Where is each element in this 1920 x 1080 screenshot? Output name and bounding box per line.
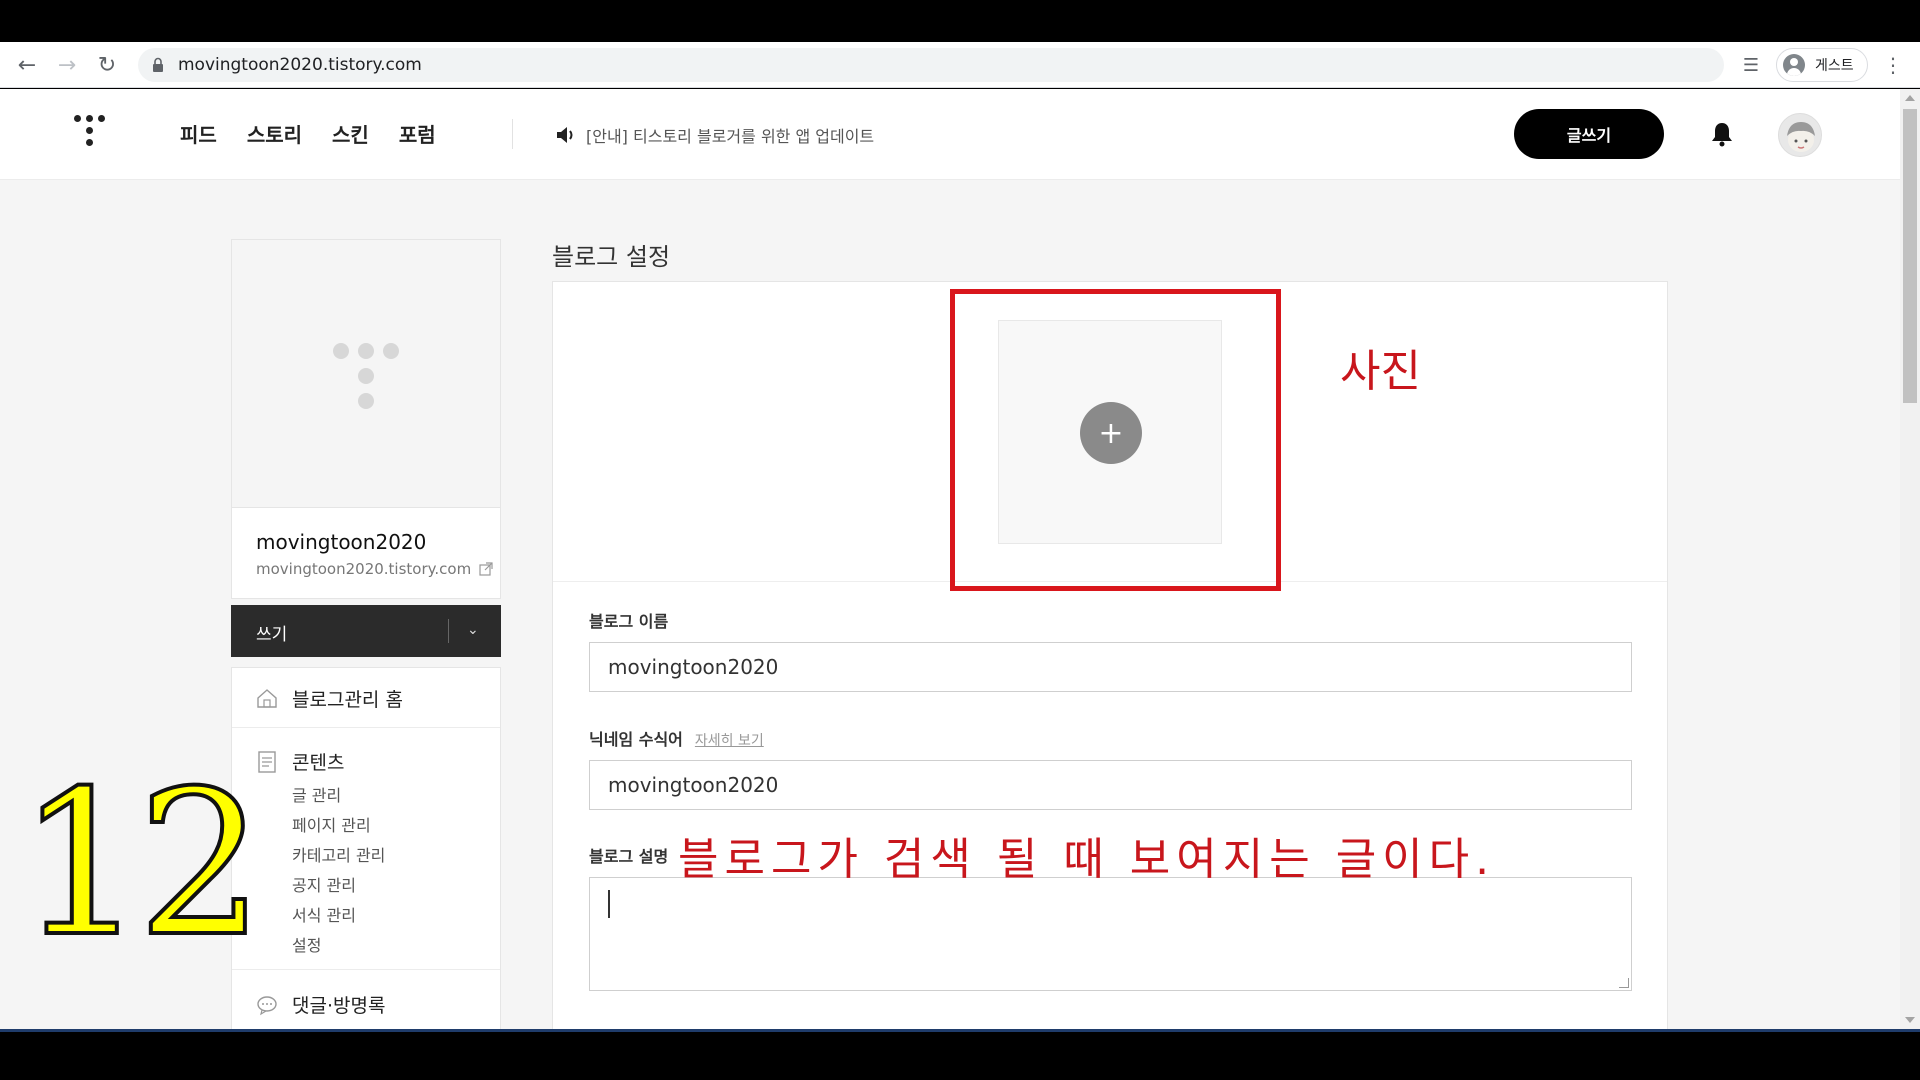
blog-profile-card: movingtoon2020 movingtoon2020.tistory.co… bbox=[231, 239, 501, 599]
step-number-overlay: 12 bbox=[16, 748, 266, 981]
site-header: 피드 스토리 스킨 포럼 [안내] 티스토리 블로거를 위한 앱 업데이트 글쓰… bbox=[0, 89, 1900, 180]
nav-feed[interactable]: 피드 bbox=[180, 119, 217, 148]
media-control-icon[interactable]: ☰ bbox=[1738, 52, 1764, 78]
sidebar-item-category-manage[interactable]: 카테고리 관리 bbox=[292, 842, 385, 866]
blog-description-textarea[interactable] bbox=[589, 877, 1632, 991]
sidebar-menu: 블로그관리 홈 콘텐츠 글 관리 페이지 관리 카테고리 관리 공지 관리 서식… bbox=[231, 667, 501, 1029]
sidebar-separator bbox=[232, 969, 500, 970]
video-bottom-accent bbox=[0, 1029, 1920, 1032]
sidebar-item-page-manage[interactable]: 페이지 관리 bbox=[292, 812, 371, 836]
guest-avatar-icon bbox=[1783, 54, 1805, 76]
browser-toolbar: ← → ↻ movingtoon2020.tistory.com ☰ 게스트 ⋮ bbox=[0, 42, 1920, 88]
blog-name-label-text: 블로그 이름 bbox=[589, 612, 669, 631]
lock-icon bbox=[153, 57, 163, 72]
sidebar-item-content-settings[interactable]: 설정 bbox=[292, 932, 321, 956]
comment-icon bbox=[257, 996, 277, 1016]
sidebar-comments-title[interactable]: 댓글·방명록 bbox=[292, 991, 385, 1018]
text-caret bbox=[608, 890, 610, 918]
blog-name-label: 블로그 이름 bbox=[589, 608, 668, 632]
browser-menu-icon[interactable]: ⋮ bbox=[1880, 52, 1906, 78]
description-label-text: 블로그 설명 bbox=[589, 847, 669, 866]
sidebar-blog-name: movingtoon2020 bbox=[256, 530, 427, 554]
photo-highlight-box bbox=[950, 289, 1281, 591]
chevron-down-icon[interactable]: ⌄ bbox=[467, 622, 479, 638]
page-scrollbar[interactable] bbox=[1900, 89, 1920, 1029]
notice-banner[interactable]: [안내] 티스토리 블로거를 위한 앱 업데이트 bbox=[556, 123, 874, 147]
sidebar-blog-url: movingtoon2020.tistory.com bbox=[256, 560, 472, 578]
user-avatar[interactable] bbox=[1778, 113, 1822, 157]
scrollbar-thumb[interactable] bbox=[1903, 109, 1917, 403]
scroll-up-icon[interactable] bbox=[1905, 95, 1915, 101]
nickname-details-link[interactable]: 자세히 보기 bbox=[695, 730, 764, 750]
sidebar-item-template-manage[interactable]: 서식 관리 bbox=[292, 902, 356, 926]
blog-name-input[interactable]: movingtoon2020 bbox=[589, 642, 1632, 692]
nickname-label: 닉네임 수식어 자세히 보기 bbox=[589, 726, 764, 750]
profile-label: 게스트 bbox=[1815, 58, 1854, 74]
global-nav: 피드 스토리 스킨 포럼 bbox=[180, 119, 436, 148]
nickname-label-text: 닉네임 수식어 bbox=[589, 730, 683, 749]
url-text: movingtoon2020.tistory.com bbox=[178, 55, 422, 75]
back-icon[interactable]: ← bbox=[12, 50, 42, 80]
blog-thumbnail-placeholder bbox=[232, 240, 500, 508]
sidebar-write-label: 쓰기 bbox=[256, 625, 288, 645]
reload-icon[interactable]: ↻ bbox=[92, 50, 122, 80]
notification-bell-icon[interactable] bbox=[1710, 121, 1734, 147]
sidebar-blog-url-link[interactable]: movingtoon2020.tistory.com bbox=[256, 560, 493, 578]
video-letterbox-bottom bbox=[0, 1029, 1920, 1080]
notice-text: [안내] 티스토리 블로거를 위한 앱 업데이트 bbox=[586, 127, 875, 146]
description-annotation: 블로그가 검색 될 때 보여지는 글이다. bbox=[678, 834, 1496, 885]
write-post-button[interactable]: 글쓰기 bbox=[1514, 109, 1664, 159]
document-icon bbox=[258, 751, 276, 773]
photo-annotation: 사진 bbox=[1340, 346, 1421, 397]
profile-chip[interactable]: 게스트 bbox=[1776, 48, 1868, 82]
address-bar[interactable]: movingtoon2020.tistory.com bbox=[138, 48, 1724, 82]
scroll-down-icon[interactable] bbox=[1905, 1017, 1915, 1023]
nav-divider bbox=[512, 119, 513, 149]
nav-forum[interactable]: 포럼 bbox=[399, 119, 436, 148]
sidebar-item-post-manage[interactable]: 글 관리 bbox=[292, 782, 341, 806]
description-label: 블로그 설명 bbox=[589, 843, 668, 867]
sidebar-item-home[interactable]: 블로그관리 홈 bbox=[232, 668, 500, 728]
nav-story[interactable]: 스토리 bbox=[247, 119, 302, 148]
sidebar-contents-title[interactable]: 콘텐츠 bbox=[292, 748, 344, 775]
external-link-icon bbox=[479, 562, 493, 576]
page-title: 블로그 설정 bbox=[552, 243, 671, 271]
sidebar-home-label: 블로그관리 홈 bbox=[292, 689, 403, 711]
page-viewport: 피드 스토리 스킨 포럼 [안내] 티스토리 블로거를 위한 앱 업데이트 글쓰… bbox=[0, 89, 1920, 1029]
sidebar-write-divider bbox=[448, 619, 449, 643]
sidebar-write-button[interactable]: 쓰기 ⌄ bbox=[231, 605, 501, 657]
avatar-face-icon bbox=[1787, 122, 1815, 152]
video-letterbox-top bbox=[0, 0, 1920, 42]
resize-handle-icon[interactable] bbox=[1619, 978, 1629, 988]
sidebar-item-notice-manage[interactable]: 공지 관리 bbox=[292, 872, 356, 896]
nav-skin[interactable]: 스킨 bbox=[332, 119, 369, 148]
tistory-logo-icon[interactable] bbox=[74, 115, 106, 155]
speaker-icon bbox=[557, 127, 573, 143]
nickname-input[interactable]: movingtoon2020 bbox=[589, 760, 1632, 810]
forward-icon[interactable]: → bbox=[52, 50, 82, 80]
home-icon bbox=[257, 689, 277, 708]
